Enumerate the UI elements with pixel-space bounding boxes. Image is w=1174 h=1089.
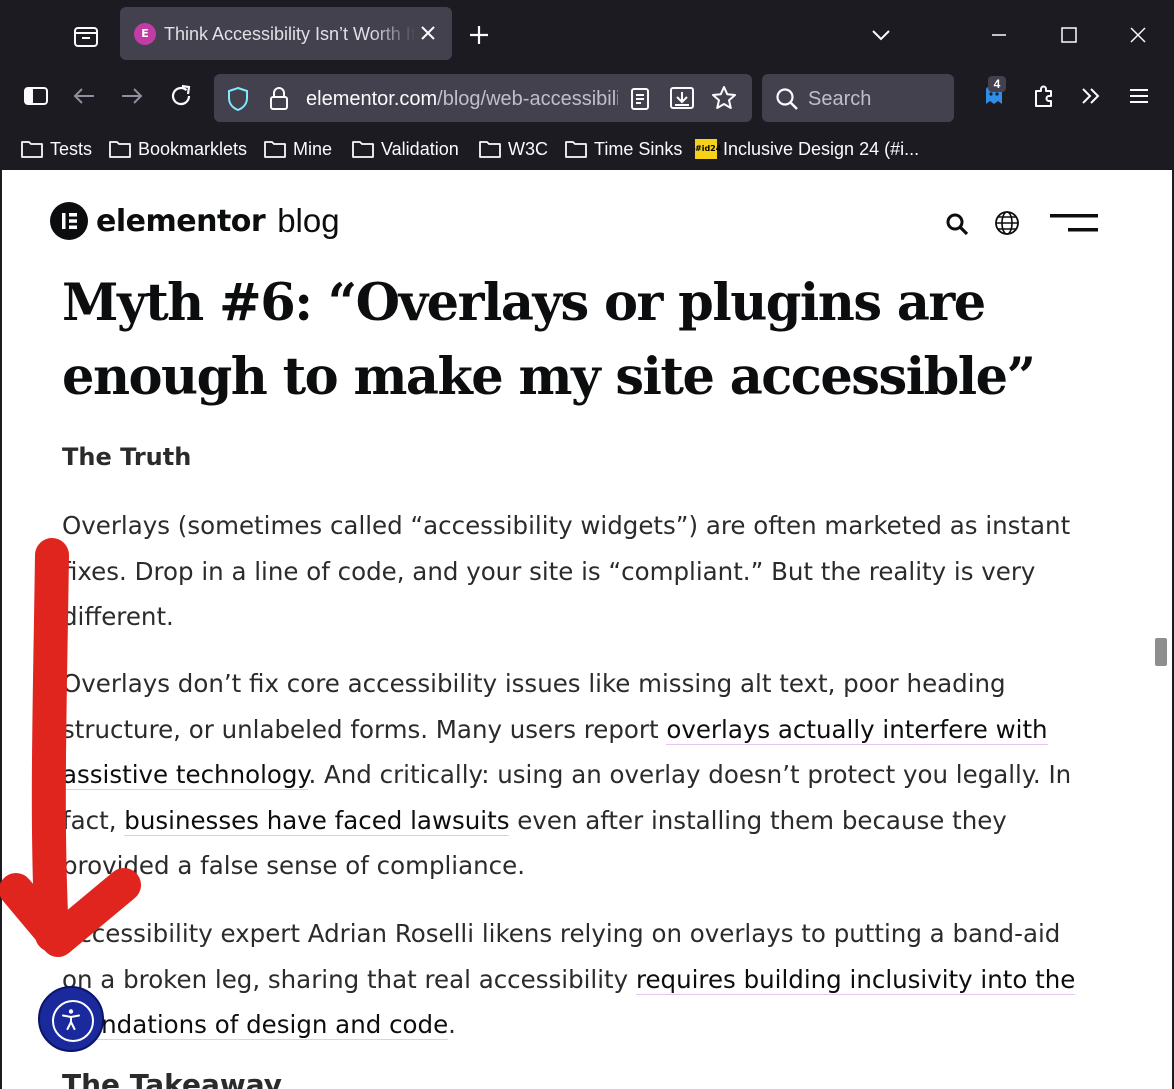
- address-bar[interactable]: elementor.com/blog/web-accessibility: [214, 74, 752, 122]
- overflow-chevrons-icon[interactable]: [1077, 82, 1105, 110]
- paragraph-roselli-quote: Accessibility expert Adrian Roselli like…: [62, 911, 1092, 1048]
- folder-icon: [352, 141, 374, 158]
- site-menu-icon[interactable]: [1048, 212, 1100, 234]
- elementor-favicon-icon: E: [134, 23, 156, 45]
- maximize-window-icon[interactable]: [1058, 24, 1080, 46]
- tab-bar: E Think Accessibility Isn’t Worth It? He…: [0, 0, 1174, 68]
- extensions-puzzle-icon[interactable]: [1030, 82, 1058, 110]
- bookmarks-toolbar: Tests Bookmarklets Mine Validation W3C T…: [0, 128, 1174, 170]
- bookmark-label: Tests: [50, 138, 93, 159]
- search-input[interactable]: Search: [762, 74, 954, 122]
- url-host: elementor.com: [306, 88, 438, 110]
- chevron-down-icon[interactable]: [870, 24, 892, 46]
- bookmark-folder-bookmarklets[interactable]: Bookmarklets: [108, 136, 247, 162]
- hamburger-menu-icon[interactable]: [1125, 82, 1153, 110]
- tracking-shield-icon[interactable]: [226, 86, 250, 116]
- page-viewport: elementor blog Myth #6: “Overlays or plu…: [2, 170, 1172, 1089]
- close-window-icon[interactable]: [1127, 24, 1149, 46]
- folder-icon: [109, 141, 131, 158]
- bookmark-label: W3C: [508, 138, 548, 159]
- bookmark-folder-w3c[interactable]: W3C: [478, 136, 548, 162]
- bookmark-inclusive-design-24[interactable]: #id24 Inclusive Design 24 (#i...: [695, 136, 919, 162]
- reader-view-icon[interactable]: [628, 86, 652, 116]
- elementor-logo-icon: [50, 202, 88, 240]
- save-to-pocket-icon[interactable]: [668, 84, 696, 116]
- accessibility-widget-button[interactable]: [38, 986, 104, 1052]
- navigation-toolbar: elementor.com/blog/web-accessibility Sea…: [0, 68, 1174, 128]
- logo-name: elementor: [96, 203, 266, 239]
- article-heading: Myth #6: “Overlays or plugins are enough…: [62, 273, 1036, 407]
- globe-icon[interactable]: [994, 210, 1020, 236]
- section-subheading: The Truth: [62, 443, 192, 471]
- bookmark-star-icon[interactable]: [710, 84, 738, 116]
- bookmark-label: Mine: [293, 138, 333, 159]
- site-search-icon[interactable]: [945, 212, 969, 236]
- active-tab[interactable]: E Think Accessibility Isn’t Worth It? He…: [120, 7, 452, 60]
- id24-favicon-icon: #id24: [695, 139, 721, 159]
- back-arrow-icon[interactable]: [70, 82, 98, 110]
- search-placeholder: Search: [808, 88, 872, 110]
- bookmark-folder-time-sinks[interactable]: Time Sinks: [564, 136, 682, 162]
- minimize-window-icon[interactable]: [988, 24, 1010, 46]
- folder-icon: [21, 141, 43, 158]
- bookmark-folder-tests[interactable]: Tests: [20, 136, 92, 162]
- logo-blog-label: blog: [277, 202, 340, 239]
- lock-icon[interactable]: [268, 86, 290, 116]
- new-tab-plus-icon[interactable]: [466, 22, 492, 48]
- bookmark-label: Validation: [381, 138, 459, 159]
- close-tab-icon[interactable]: [417, 22, 439, 44]
- url-path: /blog/web-accessibility: [437, 88, 618, 110]
- browser-chrome: E Think Accessibility Isn’t Worth It? He…: [0, 0, 1174, 170]
- forward-arrow-icon[interactable]: [118, 82, 146, 110]
- site-logo[interactable]: elementor blog: [50, 202, 340, 240]
- link-businesses-lawsuits[interactable]: businesses have faced lawsuits: [124, 805, 510, 836]
- sidebar-toggle-icon[interactable]: [22, 82, 50, 110]
- bookmark-label: Time Sinks: [594, 138, 683, 159]
- paragraph-overlays-issues: Overlays don’t fix core accessibility is…: [62, 661, 1092, 889]
- bookmark-label: Inclusive Design 24 (#i...: [723, 138, 920, 159]
- folder-icon: [264, 141, 286, 158]
- bookmark-folder-validation[interactable]: Validation: [351, 136, 459, 162]
- tab-list-icon[interactable]: [70, 20, 102, 52]
- tab-title: Think Accessibility Isn’t Worth It? Here…: [164, 24, 416, 44]
- bookmark-label: Bookmarklets: [138, 138, 248, 159]
- paragraph-text: .: [448, 1010, 456, 1039]
- next-section-heading: The Takeaway: [62, 1068, 283, 1089]
- extension-count-badge: 4: [988, 76, 1006, 92]
- search-icon: [774, 86, 800, 116]
- scrollbar-thumb[interactable]: [1155, 638, 1167, 666]
- bookmark-folder-mine[interactable]: Mine: [263, 136, 332, 162]
- folder-icon: [565, 141, 587, 158]
- paragraph-overlays-intro: Overlays (sometimes called “accessibilit…: [62, 511, 1071, 631]
- reload-icon[interactable]: [167, 82, 195, 110]
- accessibility-person-icon: [52, 1000, 94, 1042]
- folder-icon: [479, 141, 501, 158]
- url-text[interactable]: elementor.com/blog/web-accessibility: [306, 86, 618, 112]
- scrollbar[interactable]: [1149, 170, 1172, 1089]
